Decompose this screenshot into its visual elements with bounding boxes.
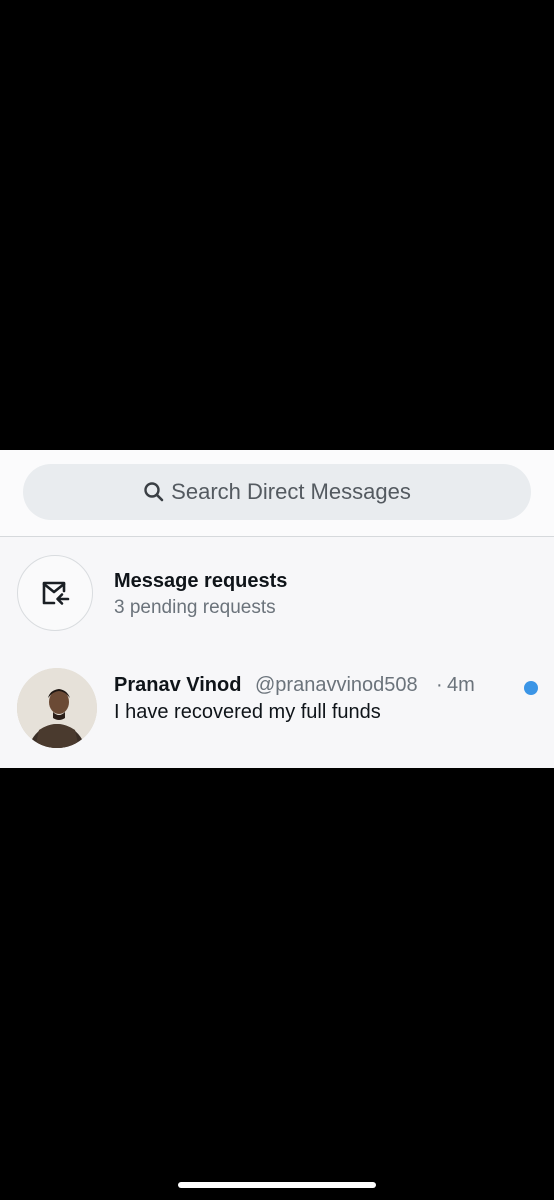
conversation-row[interactable]: Pranav Vinod @pranavvinod508 · 4m I have… (0, 655, 554, 765)
message-time: 4m (447, 674, 475, 696)
home-indicator[interactable] (178, 1182, 376, 1188)
search-input[interactable]: Search Direct Messages (23, 464, 531, 520)
message-requests-title: Message requests (114, 570, 288, 592)
sender-name: Pranav Vinod (114, 674, 242, 696)
sender-handle: @pranavvinod508 (255, 674, 418, 696)
search-placeholder: Search Direct Messages (171, 479, 411, 504)
direct-messages-panel: Search Direct Messages Message requests … (0, 450, 554, 768)
search-icon (143, 481, 165, 503)
message-requests-row[interactable]: Message requests 3 pending requests (0, 537, 554, 647)
search-area: Search Direct Messages (0, 450, 554, 536)
pending-requests-count: 3 pending requests (114, 597, 276, 618)
message-preview: I have recovered my full funds (114, 701, 381, 723)
mail-request-icon (17, 555, 93, 631)
separator-dot: · (436, 674, 443, 696)
avatar[interactable] (17, 668, 97, 748)
screen: Search Direct Messages Message requests … (0, 0, 554, 1200)
unread-indicator (524, 681, 538, 695)
